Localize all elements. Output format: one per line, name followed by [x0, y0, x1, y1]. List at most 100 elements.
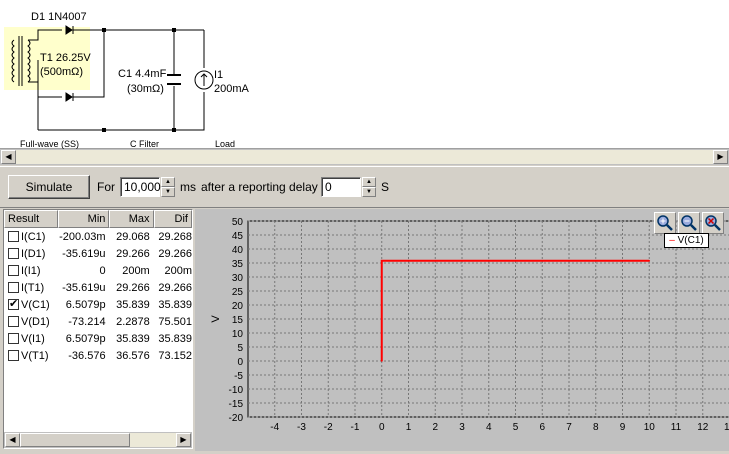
result-cell: I(I1) — [4, 265, 58, 277]
table-row[interactable]: I(I1) 0 200m 200m — [4, 262, 192, 279]
chart-legend: – V(C1) — [664, 233, 709, 248]
y-tick-label: -20 — [229, 413, 244, 424]
capacitor-icon — [167, 74, 181, 85]
column-header-min[interactable]: Min — [57, 210, 110, 228]
results-scroll-right[interactable]: ▶ — [176, 433, 191, 447]
current-source-icon — [194, 70, 214, 90]
min-cell: 6.5079p — [65, 298, 106, 311]
result-cell: I(C1) — [4, 231, 58, 243]
table-row[interactable]: V(C1) 6.5079p 35.839 35.839 — [4, 296, 192, 313]
y-tick-label: 5 — [237, 343, 243, 354]
load-value: 200mA — [214, 83, 249, 95]
schematic-scrollbar[interactable]: ◀ ▶ — [0, 149, 729, 165]
results-table: Result Min Max Dif I(C1) -200.03m 29.068 29… — [3, 209, 193, 449]
legend-swatch: – — [669, 235, 675, 246]
x-tick-label: 9 — [620, 422, 626, 433]
result-checkbox[interactable] — [8, 248, 19, 259]
x-tick-label: 11 — [671, 422, 682, 433]
dif-cell: 29.266 — [158, 281, 192, 294]
x-tick-label: 2 — [432, 422, 438, 433]
result-name: I(T1) — [21, 281, 45, 294]
zoom-reset-icon[interactable] — [702, 212, 724, 234]
result-checkbox[interactable] — [8, 265, 19, 276]
x-tick-label: 5 — [513, 422, 519, 433]
scroll-left-button[interactable]: ◀ — [1, 150, 16, 164]
result-checkbox[interactable] — [8, 297, 19, 310]
result-name: V(I1) — [21, 332, 45, 345]
y-tick-label: 35 — [232, 259, 244, 270]
table-row[interactable]: V(D1) -73.214 2.2878 75.501 — [4, 313, 192, 330]
y-tick-label: 40 — [232, 245, 244, 256]
x-tick-label: -3 — [297, 422, 306, 433]
dif-cell: 35.839 — [158, 298, 192, 311]
x-tick-label: 8 — [593, 422, 599, 433]
schematic-canvas[interactable]: D1 1N4007 T1 26.25V (500mΩ) C1 4.4mF (30… — [0, 0, 729, 149]
x-tick-label: 3 — [459, 422, 465, 433]
series-point — [648, 259, 651, 262]
result-checkbox[interactable] — [8, 316, 19, 327]
column-header-result[interactable]: Result — [4, 210, 58, 228]
y-tick-label: -5 — [234, 371, 243, 382]
result-checkbox[interactable] — [8, 333, 19, 344]
max-cell: 29.266 — [116, 247, 150, 260]
delay-unit: S — [381, 180, 390, 194]
table-row[interactable]: I(C1) -200.03m 29.068 29.268 — [4, 228, 192, 245]
dif-cell: 200m — [164, 264, 192, 277]
x-tick-label: 12 — [697, 422, 709, 433]
result-checkbox[interactable] — [8, 282, 19, 293]
result-name: V(C1) — [21, 298, 50, 311]
y-tick-label: 10 — [232, 329, 244, 340]
max-cell: 29.068 — [116, 230, 150, 243]
results-scrollbar[interactable]: ◀ ▶ — [4, 432, 192, 448]
x-tick-label: 6 — [539, 422, 545, 433]
result-cell: V(C1) — [4, 297, 58, 311]
table-row[interactable]: I(T1) -35.619u 29.266 29.266 — [4, 279, 192, 296]
column-header-max[interactable]: Max — [109, 210, 154, 228]
y-tick-label: 50 — [232, 217, 244, 228]
x-tick-label: -4 — [270, 422, 279, 433]
max-cell: 2.2878 — [116, 315, 150, 328]
transformer-resistance: (500mΩ) — [40, 66, 84, 78]
capacitor-label: C1 4.4mF — [118, 68, 167, 80]
dif-cell: 35.839 — [158, 332, 192, 345]
min-cell: -35.619u — [62, 247, 106, 260]
section-rectifier-label: Full-wave (SS) — [20, 139, 80, 149]
column-header-dif[interactable]: Dif — [153, 210, 192, 228]
zoom-in-icon[interactable] — [654, 212, 676, 234]
table-row[interactable]: V(I1) 6.5079p 35.839 35.839 — [4, 330, 192, 347]
delay-spinner[interactable]: ▲ ▼ — [362, 177, 376, 197]
min-cell: -35.619u — [62, 281, 106, 294]
results-header: Result Min Max Dif — [4, 210, 192, 228]
series-point — [380, 259, 383, 262]
table-row[interactable]: I(D1) -35.619u 29.266 29.266 — [4, 245, 192, 262]
duration-input[interactable]: 10,000 — [120, 177, 161, 197]
series-point — [380, 360, 383, 362]
x-tick-label: 4 — [486, 422, 492, 433]
result-checkbox[interactable] — [8, 231, 19, 242]
y-tick-label: 20 — [232, 301, 244, 312]
section-filter-label: C Filter — [130, 139, 159, 149]
results-scroll-left[interactable]: ◀ — [5, 433, 20, 447]
result-cell: V(I1) — [4, 333, 58, 345]
result-name: V(T1) — [21, 349, 49, 362]
zoom-out-icon[interactable] — [678, 212, 700, 234]
y-tick-label: 30 — [232, 273, 244, 284]
result-cell: V(T1) — [4, 350, 58, 362]
results-scroll-thumb[interactable] — [20, 433, 130, 447]
x-tick-label: 7 — [566, 422, 572, 433]
scroll-right-button[interactable]: ▶ — [713, 150, 728, 164]
delay-input[interactable]: 0 — [321, 177, 361, 197]
max-cell: 35.839 — [116, 332, 150, 345]
simulate-button[interactable]: Simulate — [8, 175, 90, 199]
simulation-toolbar: Simulate For 10,000 ▲ ▼ ms after a report… — [0, 166, 729, 208]
diode-label: D1 1N4007 — [31, 11, 87, 23]
legend-label: V(C1) — [677, 235, 704, 246]
duration-spinner[interactable]: ▲ ▼ — [161, 177, 175, 197]
plot-panel: -4-3-2-101234567891011121314504540353025… — [195, 209, 729, 451]
circuit-diagram — [4, 25, 214, 132]
voltage-chart[interactable]: -4-3-2-101234567891011121314504540353025… — [195, 209, 729, 451]
result-checkbox[interactable] — [8, 350, 19, 361]
min-cell: -36.576 — [68, 349, 106, 362]
table-row[interactable]: V(T1) -36.576 36.576 73.152 — [4, 347, 192, 364]
y-tick-label: -10 — [229, 385, 244, 396]
